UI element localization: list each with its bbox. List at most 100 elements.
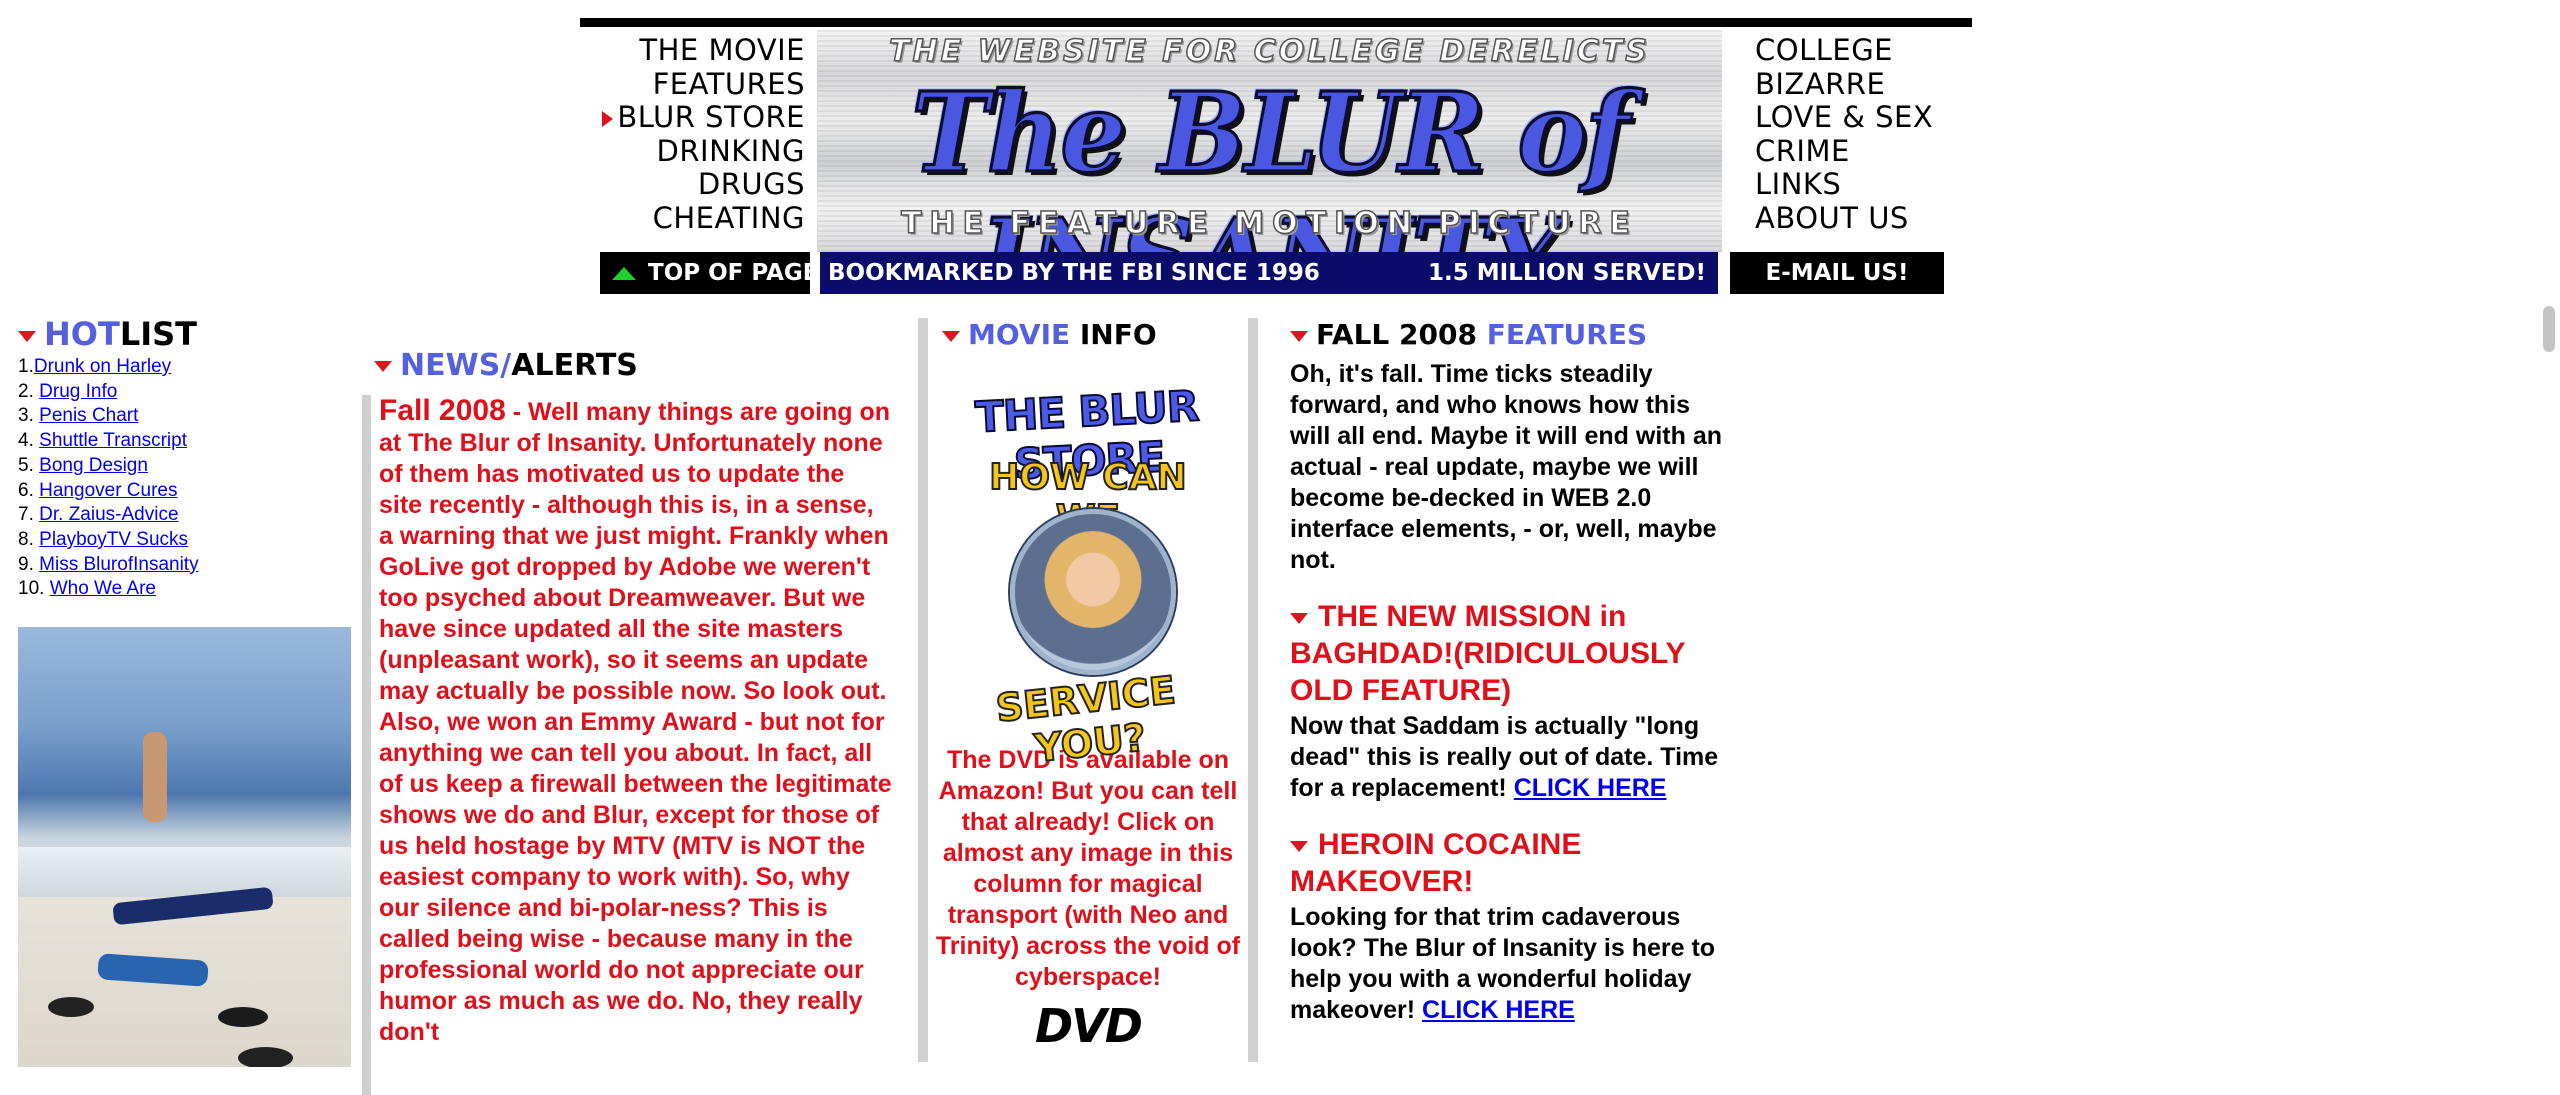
nav-drinking[interactable]: DRINKING [580, 134, 805, 169]
feature-title: THE NEW MISSION in BAGHDAD!(RIDICULOUSLY… [1290, 598, 1730, 709]
photo-wave [18, 847, 351, 897]
nav-bizarre[interactable]: BIZARRE [1755, 67, 1975, 102]
news-column: NEWS/ALERTS Fall 2008 - Well many things… [362, 348, 892, 1095]
scrollbar-thumb[interactable] [2543, 306, 2555, 352]
list-number: 2. [18, 380, 34, 402]
hotlist-link[interactable]: Penis Chart [39, 405, 138, 426]
list-number: 5. [18, 454, 34, 476]
column-divider [918, 318, 928, 1062]
movie-column: MOVIE INFO THE BLUR STORE HOW CAN WE SER… [932, 318, 1244, 1053]
banner-subtitle: THE FEATURE MOTION PICTURE [900, 205, 1638, 242]
list-number: 1. [18, 356, 34, 377]
hotlist-link[interactable]: Hangover Cures [39, 480, 177, 501]
news-body: Fall 2008 - Well many things are going o… [362, 395, 892, 1095]
nav-drugs[interactable]: DRUGS [580, 167, 805, 202]
list-number: 6. [18, 479, 34, 501]
hotlist-column: HOTLIST 1.Drunk on Harley 2. Drug Info 3… [18, 315, 353, 1067]
header-top-rule [580, 18, 1972, 27]
nav-crime[interactable]: CRIME [1755, 134, 1975, 169]
nav-college[interactable]: COLLEGE [1755, 33, 1975, 68]
hotlist-link[interactable]: Drunk on Harley [34, 356, 171, 377]
movie-info-text: The DVD is available on Amazon! But you … [935, 746, 1241, 991]
nav-the-movie[interactable]: THE MOVIE [580, 33, 805, 68]
news-heading: NEWS/ALERTS [374, 348, 892, 383]
movie-heading: MOVIE INFO [942, 318, 1244, 351]
list-item: 8. PlayboyTV Sucks [18, 528, 353, 553]
feature-title-text: THE NEW MISSION in BAGHDAD!(RIDICULOUSLY… [1290, 600, 1686, 707]
nav-left: THE MOVIE FEATURES BLUR STORE DRINKING D… [580, 33, 805, 236]
features-heading: FALL 2008 FEATURES [1290, 318, 1730, 351]
feature-title: HEROIN COCAINE MAKEOVER! [1290, 826, 1730, 900]
fbi-text: BOOKMARKED BY THE FBI SINCE 1996 [828, 260, 1320, 286]
site-header: THE MOVIE FEATURES BLUR STORE DRINKING D… [580, 18, 1972, 298]
photo-shoe [218, 1007, 268, 1027]
movie-heading-b: INFO [1079, 318, 1157, 351]
list-number: 8. [18, 528, 34, 550]
nav-love-sex[interactable]: LOVE & SEX [1755, 100, 1975, 135]
section-arrow-icon [18, 330, 36, 342]
hotlist-heading-b: LIST [119, 315, 197, 353]
fbi-banner: BOOKMARKED BY THE FBI SINCE 1996 1.5 MIL… [820, 252, 1718, 294]
top-of-page-label: TOP OF PAGE [648, 260, 810, 286]
news-paragraph: - Well many things are going on at The B… [379, 398, 892, 1046]
top-of-page-button[interactable]: TOP OF PAGE [600, 252, 810, 294]
section-arrow-icon [1290, 840, 1308, 852]
feature-title-text: HEROIN COCAINE MAKEOVER! [1290, 828, 1582, 898]
beach-photo[interactable] [18, 627, 351, 1067]
photo-figure [143, 732, 167, 822]
hotlist-link[interactable]: Dr. Zaius-Advice [39, 504, 178, 525]
dvd-logo[interactable]: DVD [932, 999, 1244, 1053]
section-arrow-icon [374, 361, 392, 372]
feature-body: Looking for that trim cadaverous look? T… [1290, 902, 1730, 1026]
nav-links[interactable]: LINKS [1755, 167, 1975, 202]
photo-clothes [97, 953, 209, 987]
blur-store-graphic[interactable]: THE BLUR STORE HOW CAN WE SERVICE YOU? [958, 379, 1218, 771]
up-arrow-icon [612, 267, 636, 280]
list-number: 7. [18, 504, 34, 526]
feature-click-here-link[interactable]: CLICK HERE [1422, 996, 1575, 1024]
nav-features[interactable]: FEATURES [580, 67, 805, 102]
site-banner-logo[interactable]: THE WEBSITE FOR COLLEGE DERELICTS The BL… [817, 30, 1722, 252]
hotlist-link[interactable]: Miss BlurofInsanity [39, 554, 198, 575]
served-text: 1.5 MILLION SERVED! [1428, 260, 1706, 286]
active-arrow-icon [602, 111, 614, 127]
hotlist-heading: HOTLIST [18, 315, 353, 353]
nav-cheating[interactable]: CHEATING [580, 201, 805, 236]
nav-right: COLLEGE BIZARRE LOVE & SEX CRIME LINKS A… [1755, 33, 1975, 236]
list-item: 10. Who We Are [18, 577, 353, 602]
hotlist-link[interactable]: Shuttle Transcript [39, 430, 187, 451]
list-number: 3. [18, 405, 34, 427]
list-item: 6. Hangover Cures [18, 479, 353, 504]
email-us-button[interactable]: E-MAIL US! [1730, 252, 1944, 294]
hotlist-link[interactable]: PlayboyTV Sucks [39, 529, 188, 550]
list-number: 10. [18, 578, 45, 600]
news-heading-b: ALERTS [511, 348, 638, 383]
nav-blur-store[interactable]: BLUR STORE [580, 100, 805, 135]
features-heading-b: FEATURES [1486, 318, 1648, 351]
features-column: FALL 2008 FEATURES Oh, it's fall. Time t… [1290, 318, 1730, 1026]
feature-click-here-link[interactable]: CLICK HERE [1514, 774, 1667, 802]
list-item: 9. Miss BlurofInsanity [18, 553, 353, 578]
section-arrow-icon [1290, 612, 1308, 624]
movie-heading-a: MOVIE [968, 318, 1071, 351]
list-item: 1.Drunk on Harley [18, 355, 353, 380]
photo-shoe [238, 1047, 293, 1067]
features-heading-a: FALL 2008 [1316, 318, 1477, 351]
list-item: 3. Penis Chart [18, 404, 353, 429]
section-arrow-icon [942, 330, 960, 342]
hotlist-link[interactable]: Drug Info [39, 381, 117, 402]
hotlist-heading-a: HOT [44, 315, 120, 353]
list-item: 4. Shuttle Transcript [18, 429, 353, 454]
feature-body: Now that Saddam is actually "long dead" … [1290, 711, 1730, 804]
hotlist-link[interactable]: Who We Are [50, 578, 156, 599]
list-item: 2. Drug Info [18, 380, 353, 405]
hotlist-list: 1.Drunk on Harley 2. Drug Info 3. Penis … [18, 355, 353, 602]
nav-about-us[interactable]: ABOUT US [1755, 201, 1975, 236]
hotlist-link[interactable]: Bong Design [39, 455, 148, 476]
nav-blur-store-label: BLUR STORE [617, 100, 805, 134]
list-item: 7. Dr. Zaius-Advice [18, 503, 353, 528]
news-text: Fall 2008 - Well many things are going o… [371, 395, 892, 1048]
news-heading-a: NEWS/ [400, 348, 512, 383]
banner-tagline: THE WEBSITE FOR COLLEGE DERELICTS [888, 33, 1650, 70]
column-divider [1248, 318, 1258, 1062]
